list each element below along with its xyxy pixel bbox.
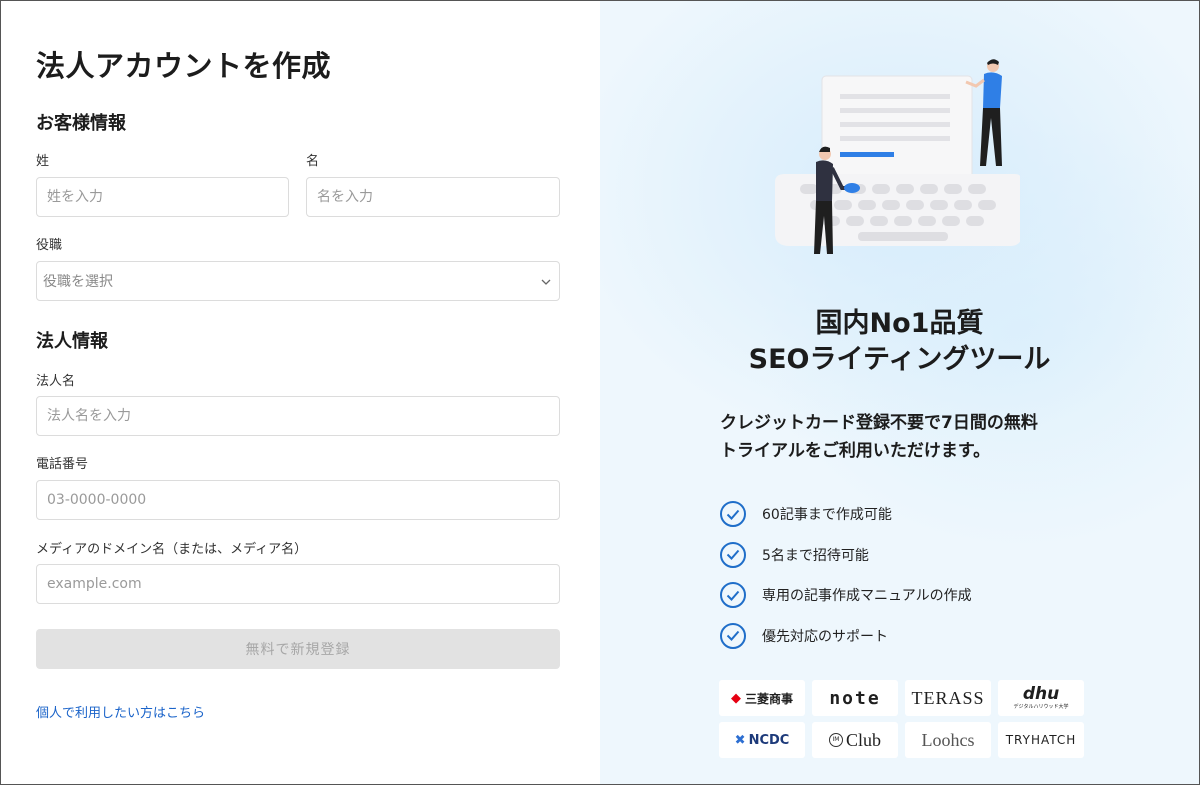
mitsubishi-logo: ◆ 三菱商事 <box>719 680 805 716</box>
promo-title-line2: SEOライティングツール <box>748 344 1051 375</box>
promo-desc-line2: トライアルをご利用いただけます。 <box>720 441 991 461</box>
media-domain-input[interactable] <box>36 564 560 604</box>
chevron-down-icon <box>541 275 551 288</box>
terass-logo: TERASS <box>905 680 991 716</box>
feature-list: 60記事まで作成可能 5名まで招待可能 専用の記事作成マニュアルの作成 優先対応… <box>720 494 972 656</box>
check-circle-icon <box>720 582 746 609</box>
company-name-label: 法人名 <box>36 374 76 389</box>
company-info-heading: 法人情報 <box>36 331 108 352</box>
dhu-logo: dhu デジタルハリウッド大学 <box>998 680 1084 716</box>
club-mark-icon: IM <box>828 733 843 747</box>
mitsubishi-diamond-icon: ◆ <box>730 690 741 706</box>
registration-form: 法人アカウントを作成 お客様情報 姓 名 役職 役職を選択 法人情報 法人名 電… <box>1 1 600 784</box>
position-select[interactable]: 役職を選択 <box>36 261 560 301</box>
ncdc-logo: ✖ NCDC <box>719 722 805 758</box>
customer-info-heading: お客様情報 <box>36 113 126 134</box>
promo-desc-line1: クレジットカード登録不要で7日間の無料 <box>720 413 1038 433</box>
ncdc-logo-text: NCDC <box>748 732 790 748</box>
ncdc-mark-icon: ✖ <box>734 732 746 748</box>
club-logo: IM Club <box>812 722 898 758</box>
tryhatch-logo: TRYHATCH <box>998 722 1084 758</box>
writing-illustration <box>775 59 1020 254</box>
check-circle-icon <box>720 541 746 568</box>
promo-panel: 国内No1品質 SEOライティングツール クレジットカード登録不要で7日間の無料… <box>600 1 1199 784</box>
page-frame: 法人アカウントを作成 お客様情報 姓 名 役職 役職を選択 法人情報 法人名 電… <box>0 0 1200 785</box>
first-name-label: 名 <box>306 154 320 169</box>
promo-title: 国内No1品質 SEOライティングツール <box>600 306 1199 378</box>
feature-item: 60記事まで作成可能 <box>720 494 972 535</box>
last-name-input[interactable] <box>36 177 289 217</box>
check-circle-icon <box>720 622 746 649</box>
first-name-input[interactable] <box>306 177 560 217</box>
position-select-value: 役職を選択 <box>43 274 113 290</box>
company-name-input[interactable] <box>36 396 560 436</box>
client-logos: ◆ 三菱商事 note TERASS dhu デジタルハリウッド大学 ✖ NCD… <box>719 680 1084 758</box>
page-title: 法人アカウントを作成 <box>36 49 332 83</box>
feature-text: 60記事まで作成可能 <box>762 507 892 524</box>
mitsubishi-logo-text: 三菱商事 <box>744 691 793 706</box>
feature-item: 専用の記事作成マニュアルの作成 <box>720 575 972 616</box>
feature-item: 5名まで招待可能 <box>720 535 972 576</box>
note-logo: note <box>812 680 898 716</box>
check-circle-icon <box>720 501 746 528</box>
promo-title-line1: 国内No1品質 <box>815 308 984 339</box>
dhu-logo-text: dhu <box>1022 684 1060 704</box>
register-button[interactable]: 無料で新規登録 <box>36 629 560 669</box>
personal-use-link[interactable]: 個人で利用したい方はこちら <box>36 702 205 721</box>
promo-description: クレジットカード登録不要で7日間の無料 トライアルをご利用いただけます。 <box>720 409 1120 465</box>
media-domain-label: メディアのドメイン名（または、メディア名） <box>36 542 308 557</box>
position-label: 役職 <box>36 238 63 253</box>
feature-text: 5名まで招待可能 <box>762 547 869 564</box>
club-logo-text: Club <box>845 729 881 750</box>
last-name-label: 姓 <box>36 154 50 169</box>
phone-label: 電話番号 <box>36 457 89 472</box>
loohcs-logo: Loohcs <box>905 722 991 758</box>
phone-input[interactable] <box>36 480 560 520</box>
feature-item: 優先対応のサポート <box>720 616 972 657</box>
dhu-logo-subtext: デジタルハリウッド大学 <box>1013 704 1069 710</box>
feature-text: 優先対応のサポート <box>762 628 888 645</box>
feature-text: 専用の記事作成マニュアルの作成 <box>762 588 972 605</box>
